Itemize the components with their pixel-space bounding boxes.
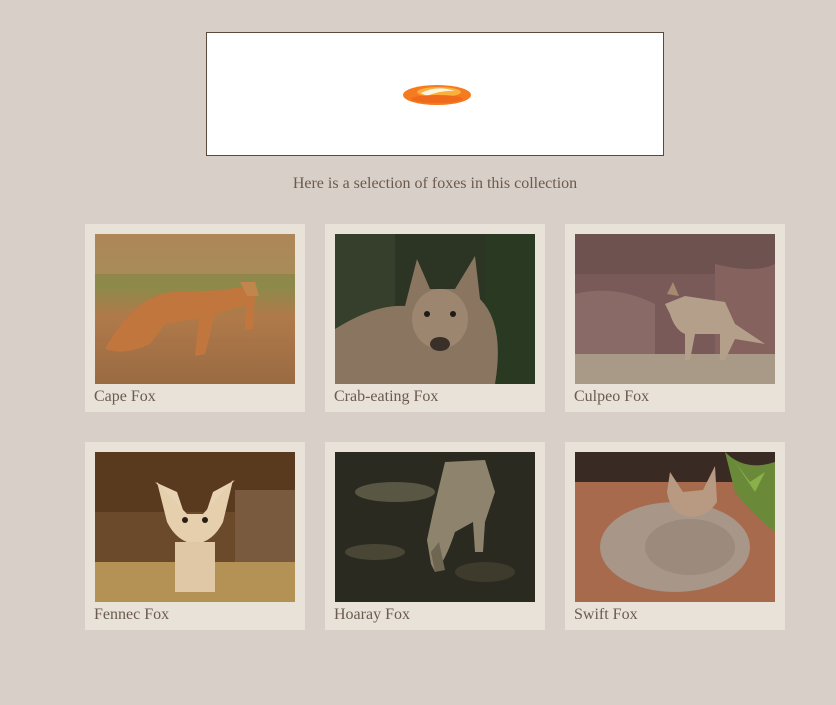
fox-card-swift[interactable]: Swift Fox [565,442,785,630]
fox-name: Crab-eating Fox [334,388,439,405]
culpeo-fox-photo [575,234,775,384]
hoaray-fox-photo [335,452,535,602]
fox-card-fennec[interactable]: Fennec Fox [85,442,305,630]
fox-name: Cape Fox [94,388,156,405]
fox-name: Culpeo Fox [574,388,650,405]
swift-fox-photo [575,452,775,602]
fox-card-crab-eating[interactable]: Crab-eating Fox [325,224,545,412]
fox-card-hoaray[interactable]: Hoaray Fox [325,442,545,630]
firefox-logo-icon [403,85,471,105]
fennec-fox-photo [95,452,295,602]
cape-fox-photo [95,234,295,384]
fox-card-culpeo[interactable]: Culpeo Fox [565,224,785,412]
fox-name: Hoaray Fox [334,606,410,623]
intro-text: Here is a selection of foxes in this col… [292,175,578,192]
fox-name: Swift Fox [574,606,638,623]
fox-card-cape[interactable]: Cape Fox [85,224,305,412]
crab-eating-fox-photo [335,234,535,384]
fox-name: Fennec Fox [94,606,170,623]
logo-banner [206,32,664,156]
